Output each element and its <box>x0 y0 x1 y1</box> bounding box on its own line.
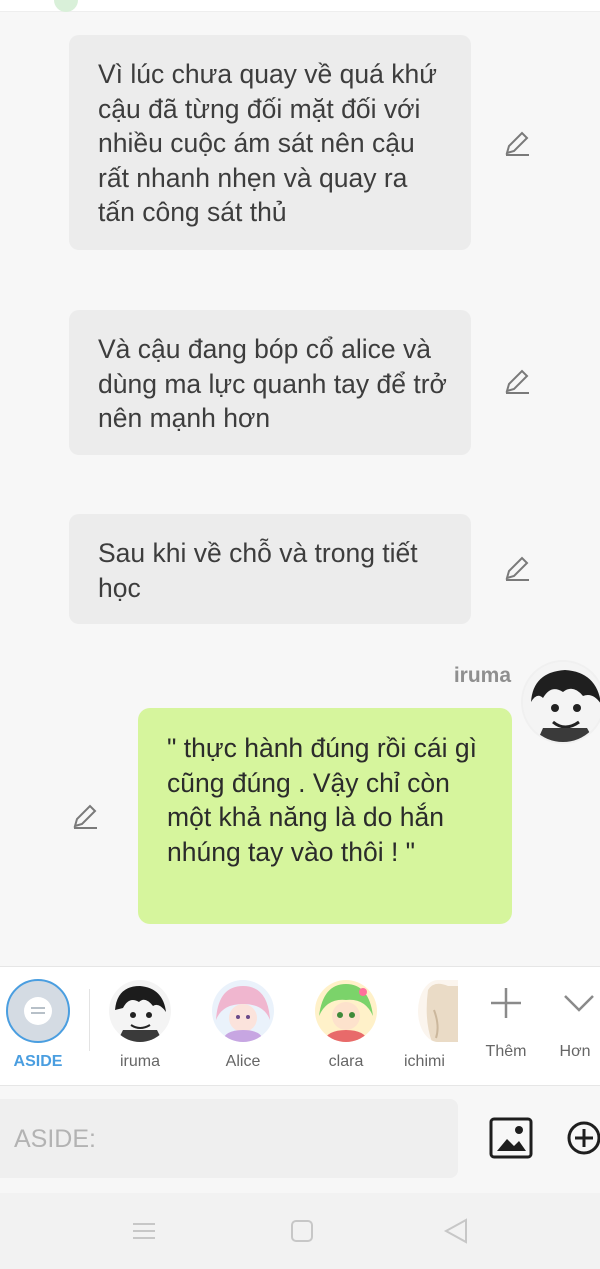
home-square-icon[interactable] <box>288 1217 316 1245</box>
character-clara[interactable]: clara <box>310 967 382 1087</box>
message-text-2: Và cậu đang bóp cổ alice và dùng ma lực … <box>98 334 447 433</box>
message-text-3: Sau khi về chỗ và trong tiết học <box>98 538 418 603</box>
message-bubble-1: Vì lúc chưa quay về quá khứ cậu đã từng … <box>69 35 471 250</box>
character-label-clara: clara <box>328 1053 364 1070</box>
pencil-icon[interactable] <box>503 554 531 582</box>
character-aside[interactable]: ASIDE <box>0 967 76 1087</box>
more-label: Hơn <box>559 1043 591 1060</box>
iruma-avatar[interactable] <box>521 660 600 744</box>
message-bubble-2: Và cậu đang bóp cổ alice và dùng ma lực … <box>69 310 471 455</box>
message-input[interactable] <box>14 1125 444 1154</box>
ichimi-avatar <box>418 980 458 1042</box>
sender-name: iruma <box>453 664 511 687</box>
composer <box>0 1099 458 1178</box>
clara-avatar <box>315 980 377 1042</box>
iruma-avatar <box>109 980 171 1042</box>
message-bubble-3: Sau khi về chỗ và trong tiết học <box>69 514 471 624</box>
message-bubble-4: " thực hành đúng rồi cái gì cũng đúng . … <box>138 708 512 924</box>
image-icon[interactable] <box>489 1117 533 1159</box>
chevron-down-icon <box>564 995 594 1012</box>
character-iruma[interactable]: iruma <box>104 967 176 1087</box>
aside-icon <box>6 979 70 1043</box>
pencil-icon[interactable] <box>71 802 99 830</box>
character-ichimi[interactable]: ichimi <box>404 967 458 1087</box>
system-navbar <box>0 1193 600 1269</box>
character-alice[interactable]: Alice <box>207 967 279 1087</box>
plus-icon <box>491 988 521 1018</box>
character-label-aside: ASIDE <box>13 1053 63 1070</box>
pencil-icon[interactable] <box>503 367 531 395</box>
character-label-ichimi: ichimi <box>404 1053 445 1070</box>
add-label: Thêm <box>485 1043 527 1060</box>
character-label-alice: Alice <box>225 1053 261 1070</box>
divider <box>89 989 90 1051</box>
status-dot <box>54 0 78 12</box>
character-bar: ASIDE iruma Alice clara ichimi Thêm Hơn <box>0 966 600 1086</box>
add-character-button[interactable]: Thêm <box>476 967 536 1087</box>
plus-circle-icon[interactable] <box>566 1120 600 1156</box>
status-strip <box>0 0 600 12</box>
message-text-1: Vì lúc chưa quay về quá khứ cậu đã từng … <box>98 59 437 227</box>
character-label-iruma: iruma <box>119 1053 160 1070</box>
menu-icon[interactable] <box>130 1217 158 1245</box>
alice-avatar <box>212 980 274 1042</box>
back-triangle-icon[interactable] <box>442 1217 470 1245</box>
pencil-icon[interactable] <box>503 129 531 157</box>
more-button[interactable]: Hơn <box>550 967 600 1087</box>
message-text-4: " thực hành đúng rồi cái gì cũng đúng . … <box>167 733 478 867</box>
